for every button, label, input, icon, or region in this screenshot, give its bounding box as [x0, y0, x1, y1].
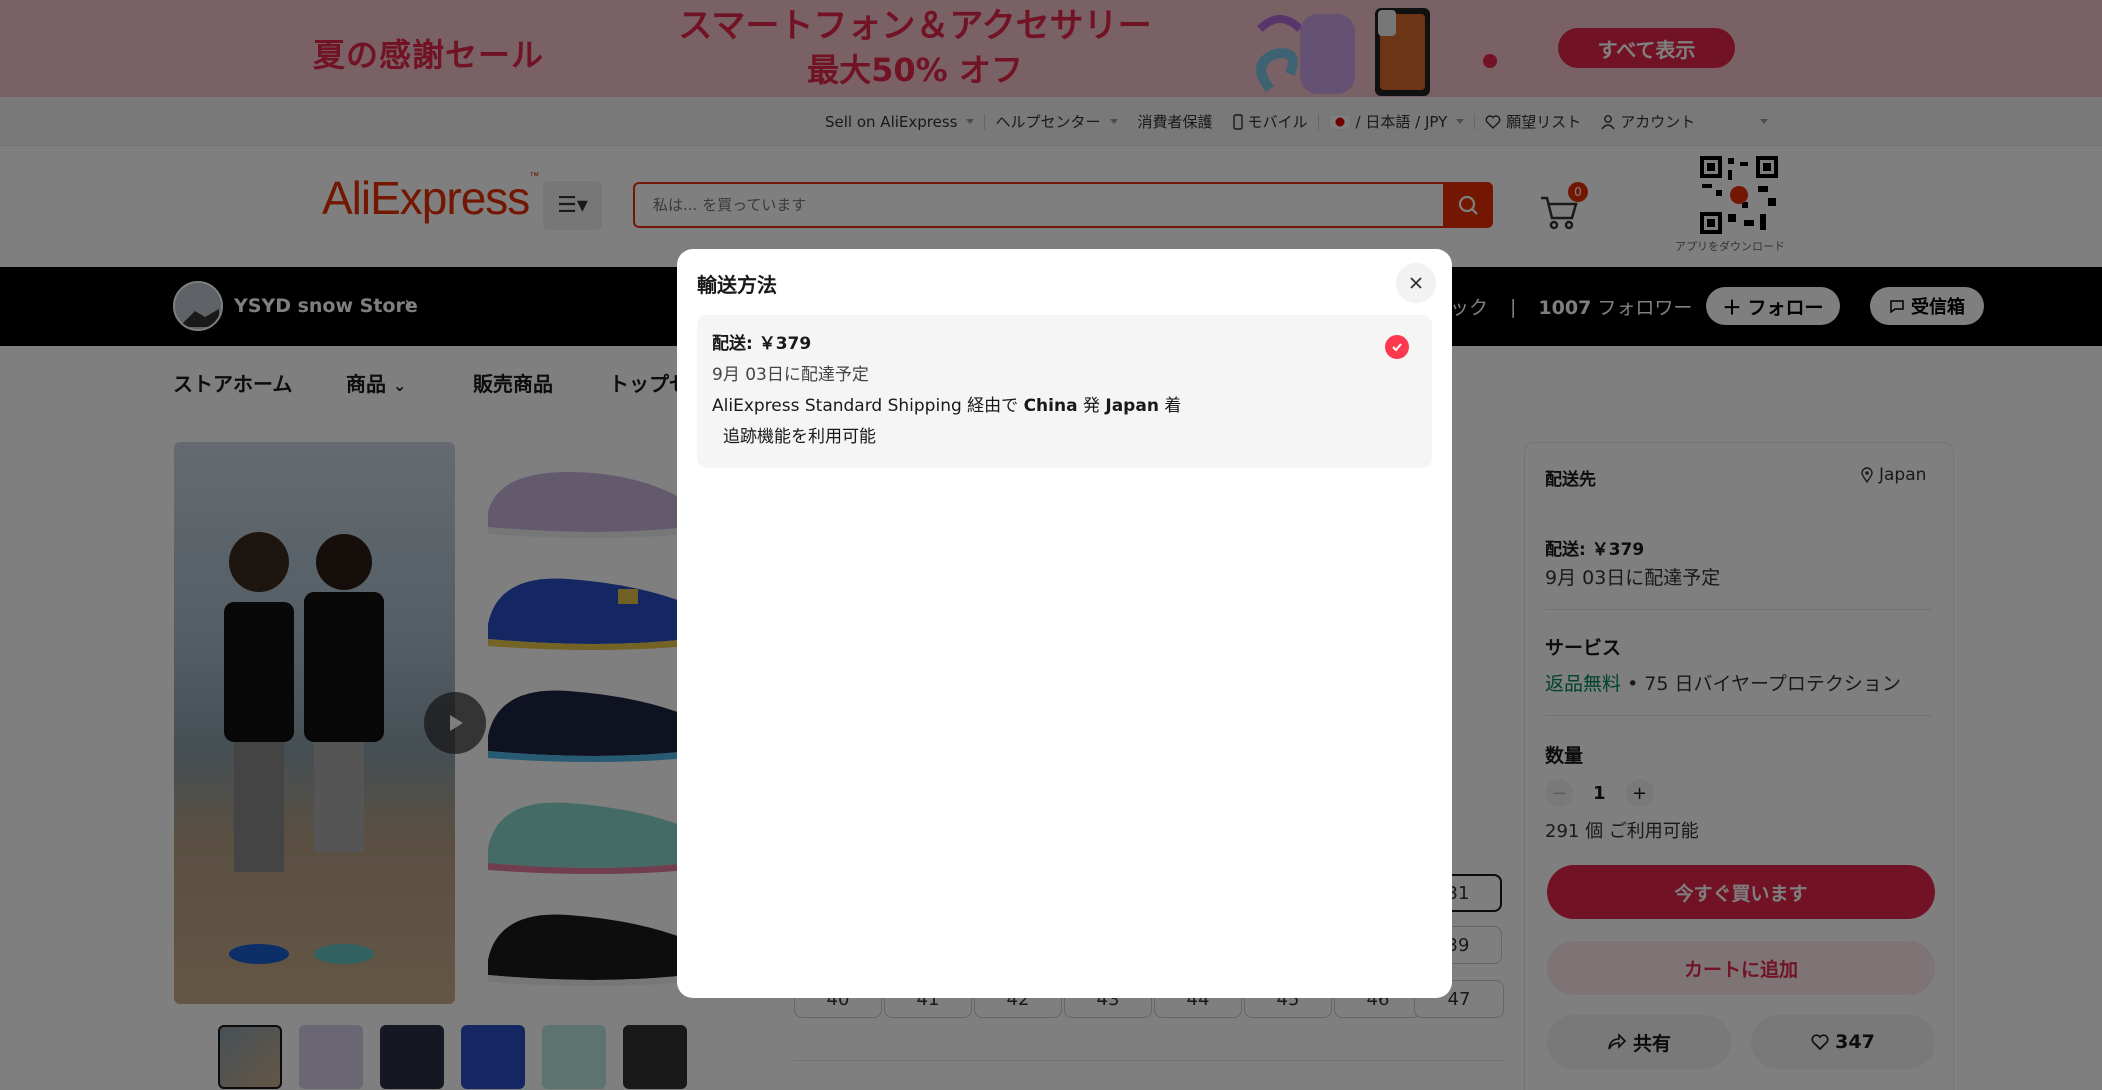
- delivery-date-value: 9月 03日: [712, 365, 784, 385]
- shipping-method-dialog: 輸送方法 配送: ￥379 9月 03日に配達予定 AliExpress Sta…: [677, 249, 1452, 998]
- destination-country: Japan: [1105, 396, 1159, 416]
- carrier-text: AliExpress Standard Shipping 経由で: [712, 396, 1024, 416]
- arrive-text: 着: [1158, 396, 1182, 416]
- option-delivery-date: 9月 03日に配達予定: [712, 360, 869, 385]
- option-price: 配送: ￥379: [712, 334, 812, 354]
- option-route: AliExpress Standard Shipping 経由で China 発…: [712, 391, 1181, 416]
- close-button[interactable]: [1396, 263, 1436, 303]
- origin-country: China: [1023, 396, 1078, 416]
- selected-check-icon: [1385, 335, 1409, 359]
- shipping-option[interactable]: 配送: ￥379 9月 03日に配達予定 AliExpress Standard…: [697, 315, 1432, 468]
- dialog-title: 輸送方法: [697, 273, 777, 297]
- delivery-date-suffix: に配達予定: [783, 365, 869, 385]
- checkmark-icon: [1392, 343, 1402, 352]
- from-text: 発: [1077, 396, 1106, 416]
- tracking-available: 追跡機能を利用可能: [723, 427, 876, 447]
- close-icon: [1410, 277, 1422, 289]
